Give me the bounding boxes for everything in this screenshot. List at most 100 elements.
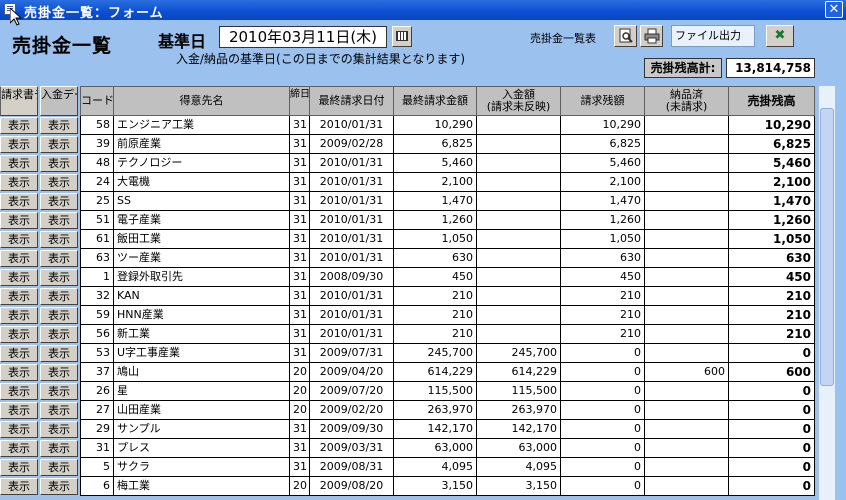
show-payment-button[interactable]: 表示 <box>40 250 78 267</box>
show-invoice-button[interactable]: 表示 <box>0 383 38 400</box>
show-invoice-button[interactable]: 表示 <box>0 193 38 210</box>
show-invoice-button[interactable]: 表示 <box>0 307 38 324</box>
show-payment-button[interactable]: 表示 <box>40 212 78 229</box>
cell-customer-name: HNN産業 <box>114 306 290 325</box>
cell-closing-day: 31 <box>290 458 310 477</box>
cell-delivered-amount <box>645 477 729 496</box>
window-title: 売掛金一覧：フォーム <box>24 6 164 21</box>
col-invoice-data[interactable]: 請求書データ <box>0 86 38 116</box>
cell-customer-name: 鳩山 <box>114 363 290 382</box>
show-payment-button[interactable]: 表示 <box>40 193 78 210</box>
table-row: 表示 表示 61 飯田工業 31 2010/01/31 1,050 1,050 1,050 <box>0 230 846 249</box>
show-invoice-button[interactable]: 表示 <box>0 117 38 134</box>
cell-customer-name: サクラ <box>114 458 290 477</box>
show-payment-button[interactable]: 表示 <box>40 231 78 248</box>
base-date-field[interactable]: 2010年03月11日(木) <box>219 26 387 48</box>
show-invoice-button[interactable]: 表示 <box>0 231 38 248</box>
show-payment-button[interactable]: 表示 <box>40 136 78 153</box>
show-invoice-button[interactable]: 表示 <box>0 364 38 381</box>
show-payment-button[interactable]: 表示 <box>40 307 78 324</box>
cell-code: 29 <box>80 420 114 439</box>
show-invoice-button[interactable]: 表示 <box>0 136 38 153</box>
show-invoice-button[interactable]: 表示 <box>0 174 38 191</box>
show-payment-button[interactable]: 表示 <box>40 345 78 362</box>
cell-last-invoice-amount: 2,100 <box>394 173 477 192</box>
show-payment-button[interactable]: 表示 <box>40 288 78 305</box>
show-payment-button[interactable]: 表示 <box>40 117 78 134</box>
table-row: 表示 表示 39 前原産業 31 2009/02/28 6,825 6,825 6,825 <box>0 135 846 154</box>
col-payment-data[interactable]: 入金データ <box>40 86 78 116</box>
scrollbar-thumb[interactable] <box>820 108 834 386</box>
cell-code: 26 <box>80 382 114 401</box>
show-invoice-button[interactable]: 表示 <box>0 269 38 286</box>
cell-last-invoice-amount: 245,700 <box>394 344 477 363</box>
base-date-note: 入金/納品の基準日(この日までの集計結果となります) <box>176 52 466 66</box>
cell-last-invoice-date: 2009/08/20 <box>310 477 394 496</box>
cell-receivable-balance: 450 <box>729 268 815 287</box>
show-payment-button[interactable]: 表示 <box>40 326 78 343</box>
cell-customer-name: ツー産業 <box>114 249 290 268</box>
print-preview-button[interactable] <box>614 25 637 47</box>
show-invoice-button[interactable]: 表示 <box>0 345 38 362</box>
show-payment-button[interactable]: 表示 <box>40 364 78 381</box>
cell-last-invoice-date: 2010/01/31 <box>310 154 394 173</box>
show-payment-button[interactable]: 表示 <box>40 269 78 286</box>
show-invoice-button[interactable]: 表示 <box>0 326 38 343</box>
cell-closing-day: 31 <box>290 192 310 211</box>
cell-last-invoice-amount: 614,229 <box>394 363 477 382</box>
cell-customer-name: KAN <box>114 287 290 306</box>
cell-payment-amount <box>477 173 561 192</box>
cell-closing-day: 31 <box>290 306 310 325</box>
cell-last-invoice-date: 2010/01/31 <box>310 249 394 268</box>
cell-last-invoice-amount: 63,000 <box>394 439 477 458</box>
show-payment-button[interactable]: 表示 <box>40 478 78 495</box>
vertical-scrollbar[interactable] <box>818 86 835 500</box>
cell-last-invoice-amount: 5,460 <box>394 154 477 173</box>
calendar-button[interactable] <box>392 26 412 47</box>
show-payment-button[interactable]: 表示 <box>40 459 78 476</box>
cell-payment-amount <box>477 230 561 249</box>
show-invoice-button[interactable]: 表示 <box>0 402 38 419</box>
cell-code: 27 <box>80 401 114 420</box>
cell-closing-day: 31 <box>290 344 310 363</box>
close-button[interactable]: ✕ <box>825 1 843 18</box>
cell-delivered-amount <box>645 116 729 135</box>
table-row: 表示 表示 51 電子産業 31 2010/01/31 1,260 1,260 1,260 <box>0 211 846 230</box>
cell-delivered-amount <box>645 230 729 249</box>
cell-last-invoice-date: 2010/01/31 <box>310 211 394 230</box>
show-invoice-button[interactable]: 表示 <box>0 478 38 495</box>
cell-delivered-amount <box>645 287 729 306</box>
show-invoice-button[interactable]: 表示 <box>0 212 38 229</box>
cell-delivered-amount <box>645 154 729 173</box>
print-button[interactable] <box>640 25 663 47</box>
table-row: 表示 表示 63 ツー産業 31 2010/01/31 630 630 630 <box>0 249 846 268</box>
show-invoice-button[interactable]: 表示 <box>0 288 38 305</box>
cell-payment-amount: 3,150 <box>477 477 561 496</box>
show-payment-button[interactable]: 表示 <box>40 440 78 457</box>
show-payment-button[interactable]: 表示 <box>40 421 78 438</box>
table-row: 表示 表示 48 テクノロジー 31 2010/01/31 5,460 5,460 5,460 <box>0 154 846 173</box>
show-invoice-button[interactable]: 表示 <box>0 421 38 438</box>
cell-delivered-amount <box>645 268 729 287</box>
cell-last-invoice-amount: 142,170 <box>394 420 477 439</box>
show-invoice-button[interactable]: 表示 <box>0 155 38 172</box>
cell-payment-amount: 263,970 <box>477 401 561 420</box>
cell-last-invoice-amount: 263,970 <box>394 401 477 420</box>
cell-closing-day: 31 <box>290 173 310 192</box>
show-payment-button[interactable]: 表示 <box>40 383 78 400</box>
show-payment-button[interactable]: 表示 <box>40 155 78 172</box>
show-invoice-button[interactable]: 表示 <box>0 440 38 457</box>
col-delivered-uninvoiced: 納品済 (未請求) <box>645 86 729 116</box>
show-invoice-button[interactable]: 表示 <box>0 459 38 476</box>
show-payment-button[interactable]: 表示 <box>40 174 78 191</box>
show-invoice-button[interactable]: 表示 <box>0 250 38 267</box>
cell-customer-name: 電子産業 <box>114 211 290 230</box>
show-payment-button[interactable]: 表示 <box>40 402 78 419</box>
cell-delivered-amount <box>645 211 729 230</box>
cell-last-invoice-amount: 210 <box>394 306 477 325</box>
excel-export-button[interactable]: ✖ <box>766 25 794 47</box>
cell-customer-name: 登録外取引先 <box>114 268 290 287</box>
file-output-field[interactable]: ファイル出力 <box>671 25 755 47</box>
cell-delivered-amount <box>645 173 729 192</box>
cell-payment-amount <box>477 211 561 230</box>
